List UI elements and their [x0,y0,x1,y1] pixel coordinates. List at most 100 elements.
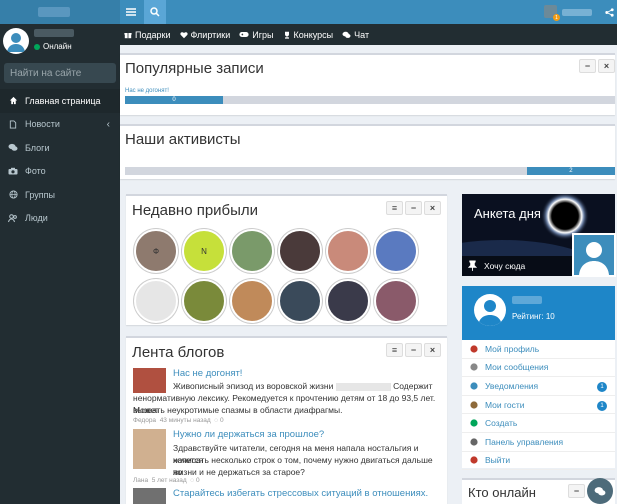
profile-menu-item[interactable]: Создать [462,414,615,433]
entry-meta: Федора 43 минуты назад ◌ 0 [133,417,224,424]
entry-title[interactable]: Нужно ли держаться за прошлое? [173,429,324,440]
sidebar-toggle-button[interactable] [120,0,142,24]
close-button[interactable]: × [424,343,441,357]
entry-link[interactable]: Нас не догонят! [125,88,169,94]
user-status: Онлайн [34,42,72,51]
collapse-button[interactable]: − [405,343,422,357]
member-avatar[interactable]: N [182,229,226,273]
sidebar-item-home[interactable]: Главная страница [0,89,120,113]
comment-icon: ◌ [214,417,219,424]
member-avatar[interactable] [374,229,418,273]
profile-menu-item[interactable]: Выйти [462,452,615,471]
sidebar-item-people[interactable]: Люди [0,207,120,231]
entry-thumbnail[interactable] [133,429,166,469]
activists-box: Наши активисты 2 [120,124,615,179]
close-button[interactable]: × [598,59,615,73]
nav-link-flirts[interactable]: Флиртики [179,29,231,40]
entry-text-line: Живописный эпизод из воровской жизни Сод… [173,381,433,391]
member-avatar[interactable] [230,229,274,273]
sidebar-item-label: Главная страница [25,95,101,106]
profile-rating: Рейтинг: 10 [512,312,555,321]
box-tools: − × [577,59,615,73]
member-avatar[interactable] [326,279,370,323]
brand-logo[interactable] [0,0,120,24]
profile-menu-item[interactable]: Мои сообщения [462,359,615,378]
chat-button[interactable] [587,478,613,504]
nav-link-gifts[interactable]: Подарки [124,30,171,40]
profile-menu-item[interactable]: Панель управления [462,433,615,452]
nav-link-label: Флиртики [190,29,231,40]
close-button[interactable]: × [424,201,441,215]
box-title: Кто онлайн [468,485,536,500]
chevron-left-icon: ‹ [106,118,110,130]
sidebar-item-news[interactable]: Новости ‹ [0,113,120,137]
entry-comments[interactable]: 0 [196,477,200,484]
member-avatar[interactable] [278,229,322,273]
chat-icon [342,31,351,38]
search-toggle-button[interactable] [144,0,166,24]
member-avatar[interactable]: Ф [134,229,178,273]
profile-of-day-avatar[interactable] [572,233,616,277]
member-avatar[interactable] [278,279,322,323]
share-icon [605,7,614,17]
nav-link-chat[interactable]: Чат [342,30,369,40]
mail-icon [468,362,479,373]
profile-menu-label: Мои гости [485,399,525,410]
profile-menu-label: Создать [485,418,518,429]
user-avatar[interactable] [3,28,29,54]
entry-comments[interactable]: 0 [220,417,224,424]
member-avatar[interactable] [182,279,226,323]
plus-icon [468,418,479,429]
entry-meta: Лана 5 лет назад ◌ 0 [133,477,200,484]
sidebar-item-groups[interactable]: Группы [0,183,120,207]
collapse-button[interactable]: − [405,201,422,215]
member-avatar[interactable] [230,279,274,323]
box-title: Лента блогов [132,344,225,361]
sidebar-item-blogs[interactable]: Блоги [0,136,120,160]
feed-entry: Старайтесь избегать стрессовых ситуаций … [133,488,440,504]
entry-text-line: вызвать неукротимые спазмы в области диа… [133,405,343,415]
topbar-user-name-blurred[interactable] [562,9,592,16]
profile-menu-item[interactable]: Уведомления 1 [462,377,615,396]
profile-menu-label: Мой профиль [485,343,540,354]
topbar-user-avatar[interactable]: 1 [544,5,560,21]
profile-menu-label: Панель управления [485,436,564,447]
entry-author[interactable]: Лана [133,477,148,484]
profile-menu-label: Выйти [485,455,511,466]
sidebar-item-photo[interactable]: Фото [0,160,120,184]
entry-thumbnail[interactable] [133,488,166,504]
menu-button[interactable]: ≡ [386,343,403,357]
entry-title[interactable]: Нас не догонят! [173,368,242,379]
feed-entry: Нужно ли держаться за прошлое? Здравству… [133,429,440,487]
collapse-button[interactable]: − [579,59,596,73]
entry-title[interactable]: Старайтесь избегать стрессовых ситуаций … [173,488,428,499]
nav-link-games[interactable]: Игры [239,30,274,40]
entry-author[interactable]: Федора [133,417,156,424]
profile-widget-header: Рейтинг: 10 [462,286,615,340]
member-avatar[interactable] [134,279,178,323]
popular-posts-box: Популярные записи − × Нас не догонят! 0 [120,53,615,115]
menu-icon [126,8,136,16]
sidebar-item-label: Фото [25,166,46,177]
sidebar: Онлайн Главная страница Новости ‹ Блоги … [0,0,151,504]
share-button[interactable] [602,0,617,24]
pin-icon [468,260,477,271]
box-tools: ≡ − × [384,201,441,215]
member-avatar[interactable] [326,229,370,273]
entry-thumbnail[interactable] [133,368,166,393]
collapse-button[interactable]: − [568,484,585,498]
want-here-label: Хочу сюда [484,261,526,271]
globe-icon [7,189,19,201]
nav-link-contests[interactable]: Конкурсы [283,30,333,40]
profile-menu-item[interactable]: Мой профиль [462,340,615,359]
member-avatar[interactable] [374,279,418,323]
profile-menu: Мой профиль Мои сообщения Уведомления 1 Мои … [462,340,615,471]
user-panel: Онлайн [0,24,120,58]
home-icon [7,95,19,107]
camera-icon [7,165,19,177]
notification-badge: 1 [553,14,560,21]
user-icon [468,343,479,354]
profile-avatar[interactable] [474,294,506,326]
profile-menu-item[interactable]: Мои гости 1 [462,396,615,415]
menu-button[interactable]: ≡ [386,201,403,215]
